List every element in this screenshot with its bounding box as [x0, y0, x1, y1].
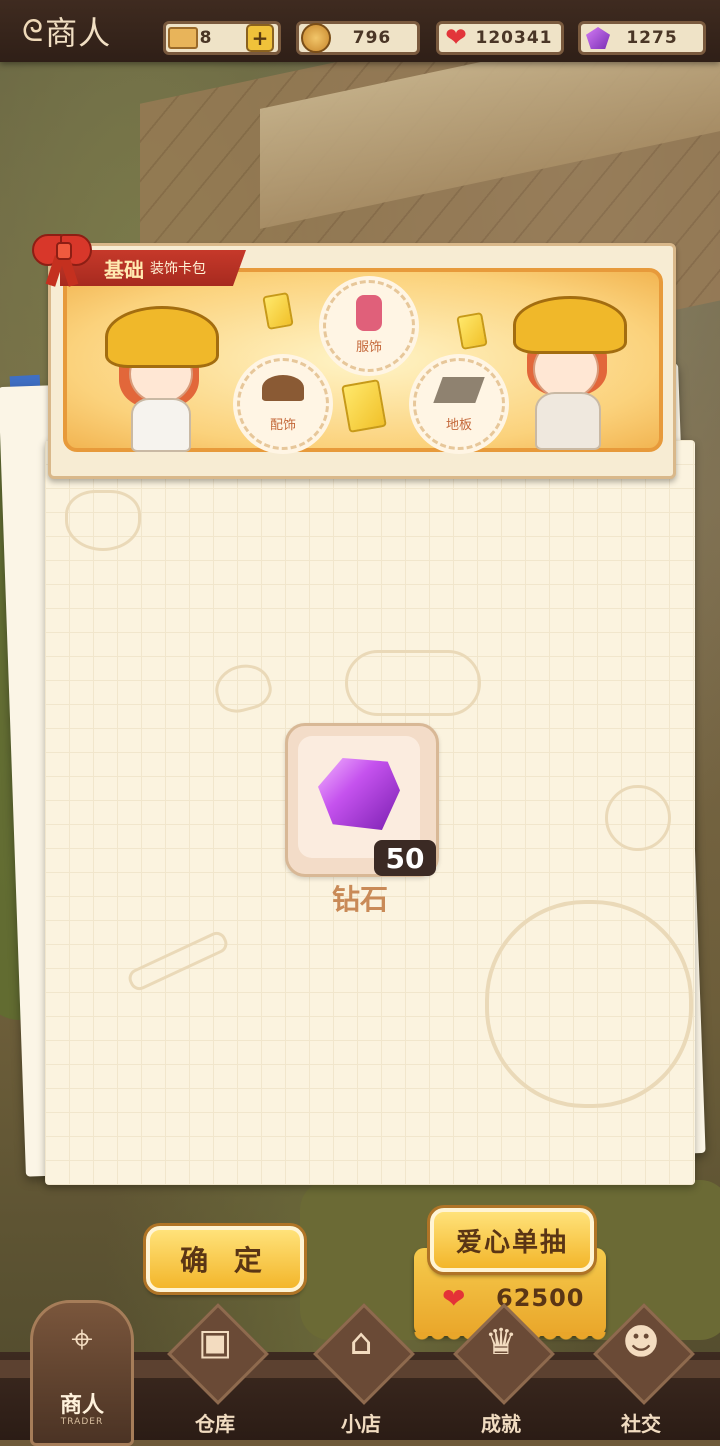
boy-character — [507, 286, 627, 450]
heart-icon: ❤ — [442, 1282, 466, 1315]
banner-inner: 服饰 配饰 地板 — [63, 268, 663, 452]
floor-tile-icon — [433, 377, 485, 403]
category-floor: 地板 — [413, 358, 505, 450]
nav-sublabel-trader: TRADER — [60, 1417, 104, 1427]
ticket-counter[interactable]: 8 + — [163, 21, 281, 55]
hat-icon — [262, 375, 304, 401]
trophy-icon: ♛ — [484, 1322, 518, 1363]
friends-icon: ☻ — [622, 1322, 660, 1363]
heart-icon: ❤ — [445, 23, 467, 53]
pack-title-main: 基础 — [104, 257, 144, 282]
category-clothing: 服饰 — [323, 280, 415, 372]
heart-doodle — [210, 658, 276, 718]
coin-icon — [297, 18, 335, 58]
warehouse-icon: ▣ — [197, 1322, 232, 1363]
nav-label-warehouse: 仓库 — [195, 1412, 235, 1436]
reward-count-badge: 50 — [374, 840, 436, 876]
cloud-doodle — [345, 650, 481, 716]
confirm-button[interactable]: 确 定 — [146, 1226, 304, 1292]
swirl-icon: ᘓ — [22, 13, 44, 49]
girl-character — [105, 290, 219, 452]
coin-counter[interactable]: 796 — [296, 21, 420, 55]
pack-title-sub: 装饰卡包 — [150, 261, 206, 277]
gem-counter[interactable]: 1275 — [578, 21, 706, 55]
cat-doodle — [65, 490, 141, 551]
shop-icon: ⌂ — [349, 1322, 373, 1363]
reward-item-name: 钻石 — [331, 883, 388, 916]
nav-label-achievement: 成就 — [481, 1412, 521, 1436]
small-card-icon — [262, 292, 294, 330]
gem-icon — [579, 18, 617, 58]
bone-doodle — [125, 928, 231, 994]
nav-label-trader: 商人 — [59, 1393, 104, 1418]
small-card-icon — [456, 312, 488, 350]
category-accessory-label: 配饰 — [269, 418, 296, 433]
add-ticket-button[interactable]: + — [246, 24, 274, 52]
map-pin-icon: ⌖ — [71, 1317, 93, 1361]
nav-label-social: 社交 — [621, 1412, 661, 1436]
ticket-icon — [164, 18, 202, 58]
clothing-icon — [356, 295, 382, 331]
top-bar: ᘓ 商人 8 + 796 ❤ 120341 1275 — [0, 0, 720, 62]
single-draw-button[interactable]: 爱心单抽 — [430, 1208, 594, 1272]
gold-card-icon — [341, 379, 387, 433]
lollipop-doodle — [605, 785, 671, 851]
nav-item-trader[interactable]: ⌖ 商人 TRADER — [30, 1300, 134, 1446]
category-clothing-label: 服饰 — [355, 340, 382, 355]
bow-icon — [30, 228, 94, 288]
category-accessory: 配饰 — [237, 358, 329, 450]
big-cat-doodle — [485, 900, 693, 1108]
page-title-text: 商人 — [45, 14, 112, 52]
nav-label-shop: 小店 — [341, 1412, 381, 1436]
category-floor-label: 地板 — [445, 418, 472, 433]
page-title: ᘓ 商人 — [22, 8, 111, 54]
heart-counter[interactable]: ❤ 120341 — [436, 21, 564, 55]
